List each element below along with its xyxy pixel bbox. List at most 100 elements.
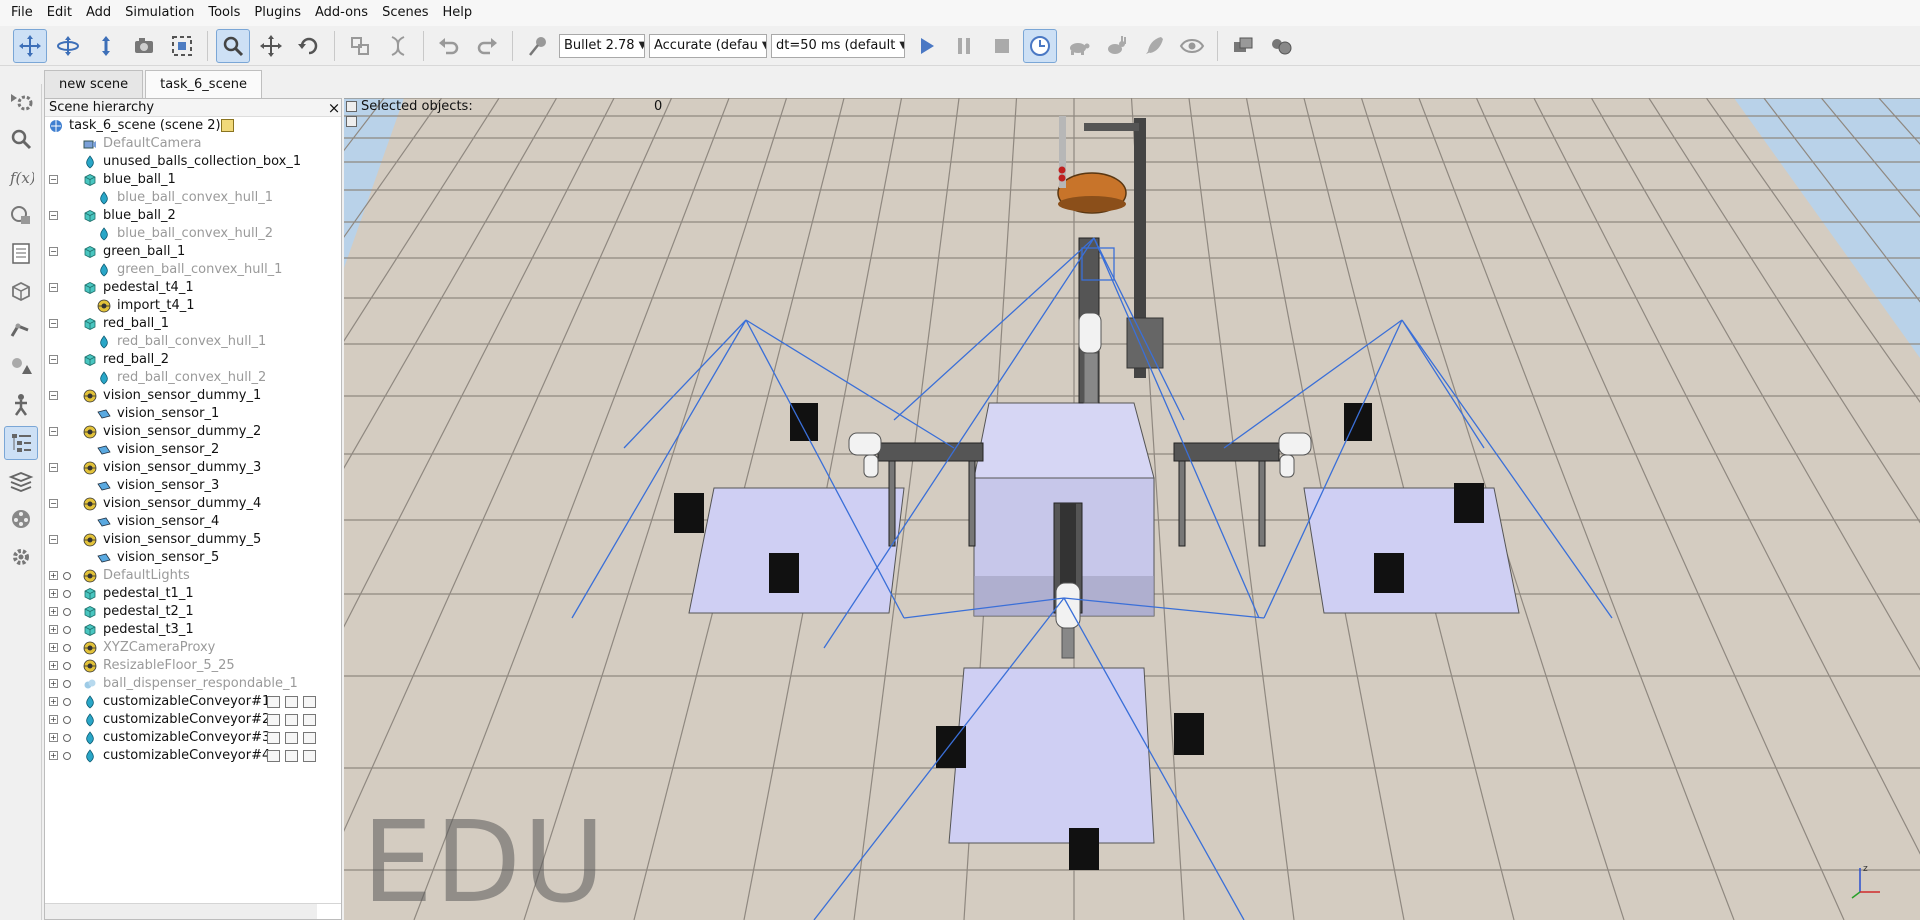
threaded-rendering-button[interactable] xyxy=(1137,29,1171,63)
menu-edit[interactable]: Edit xyxy=(40,0,79,26)
edit-scene-icon[interactable] xyxy=(221,119,234,132)
visibility-dot-icon[interactable] xyxy=(63,662,71,670)
realtime-mode-button[interactable] xyxy=(1023,28,1057,63)
redo-button[interactable] xyxy=(470,29,504,63)
hierarchy-item[interactable]: + ball_dispenser_respondable_1 xyxy=(45,675,341,693)
expand-toggle-icon[interactable]: + xyxy=(49,679,58,688)
hierarchy-item[interactable]: + customizableConveyor#1 xyxy=(45,693,341,711)
dialog-icon[interactable] xyxy=(303,732,316,744)
dialog-icon[interactable] xyxy=(303,750,316,762)
hierarchy-item[interactable]: + ResizableFloor_5_25 xyxy=(45,657,341,675)
pause-simulation-button[interactable] xyxy=(947,29,981,63)
hierarchy-item[interactable]: blue_ball_convex_hull_1 xyxy=(45,189,341,207)
hierarchy-item[interactable]: vision_sensor_3 xyxy=(45,477,341,495)
collapse-toggle-icon[interactable]: − xyxy=(49,355,58,364)
hierarchy-item[interactable]: − vision_sensor_dummy_5 xyxy=(45,531,341,549)
speed-up-button[interactable] xyxy=(1099,29,1133,63)
script-icon[interactable] xyxy=(267,714,280,726)
visibility-dot-icon[interactable] xyxy=(63,590,71,598)
visibility-dot-icon[interactable] xyxy=(63,644,71,652)
camera-pan-button[interactable] xyxy=(13,28,47,63)
hierarchy-item[interactable]: vision_sensor_1 xyxy=(45,405,341,423)
fit-to-view-button[interactable] xyxy=(165,29,199,63)
collapse-toggle-icon[interactable]: − xyxy=(49,391,58,400)
click-select-button[interactable] xyxy=(216,28,250,63)
hierarchy-item[interactable]: + DefaultLights xyxy=(45,567,341,585)
scene-hierarchy-button[interactable] xyxy=(3,426,38,460)
collapse-toggle-icon[interactable]: − xyxy=(49,283,58,292)
collapse-toggle-icon[interactable]: − xyxy=(49,499,58,508)
hierarchy-item[interactable]: − red_ball_1 xyxy=(45,315,341,333)
collapse-toggle-icon[interactable]: − xyxy=(49,427,58,436)
timestep-select[interactable]: dt=50 ms (default ▼ xyxy=(771,33,905,58)
menu-tools[interactable]: Tools xyxy=(201,0,247,26)
layers-button[interactable] xyxy=(4,464,38,498)
object-shift-button[interactable] xyxy=(254,29,288,63)
collapse-toggle-icon[interactable]: − xyxy=(49,211,58,220)
script-icon[interactable] xyxy=(267,750,280,762)
start-simulation-button[interactable] xyxy=(909,29,943,63)
customization-script-icon[interactable] xyxy=(285,696,298,708)
visibility-dot-icon[interactable] xyxy=(63,752,71,760)
shapes-edit-button[interactable] xyxy=(4,350,38,384)
hierarchy-item[interactable]: + customizableConveyor#4 xyxy=(45,747,341,765)
collapse-toggle-icon[interactable]: − xyxy=(49,319,58,328)
scene-selector-button[interactable] xyxy=(1264,29,1298,63)
hierarchy-item[interactable]: − blue_ball_2 xyxy=(45,207,341,225)
script-icon[interactable] xyxy=(267,696,280,708)
assemble-button[interactable] xyxy=(343,29,377,63)
expand-toggle-icon[interactable]: + xyxy=(49,643,58,652)
dialog-icon[interactable] xyxy=(303,714,316,726)
calculation-modules-button[interactable] xyxy=(4,236,38,270)
hierarchy-item[interactable]: red_ball_convex_hull_2 xyxy=(45,369,341,387)
collapse-toggle-icon[interactable]: − xyxy=(49,463,58,472)
menu-file[interactable]: File xyxy=(4,0,40,26)
customization-script-icon[interactable] xyxy=(285,750,298,762)
collections-button[interactable] xyxy=(4,274,38,308)
visualization-toggle-button[interactable] xyxy=(1175,29,1209,63)
hierarchy-item[interactable]: − vision_sensor_dummy_2 xyxy=(45,423,341,441)
horizontal-scrollbar[interactable] xyxy=(45,903,341,919)
hierarchy-item[interactable]: − vision_sensor_dummy_4 xyxy=(45,495,341,513)
camera-shift-button[interactable] xyxy=(89,29,123,63)
scripts-button[interactable]: f(x) xyxy=(4,160,38,194)
simulation-settings-button[interactable] xyxy=(4,84,38,118)
hierarchy-item[interactable]: + customizableConveyor#3 xyxy=(45,729,341,747)
hierarchy-item[interactable]: green_ball_convex_hull_1 xyxy=(45,261,341,279)
menu-simulation[interactable]: Simulation xyxy=(118,0,201,26)
human-models-button[interactable] xyxy=(4,388,38,422)
path-planning-button[interactable] xyxy=(4,312,38,346)
hierarchy-item[interactable]: vision_sensor_5 xyxy=(45,549,341,567)
expand-toggle-icon[interactable]: + xyxy=(49,607,58,616)
expand-toggle-icon[interactable]: + xyxy=(49,715,58,724)
hierarchy-item[interactable]: + pedestal_t3_1 xyxy=(45,621,341,639)
hierarchy-item[interactable]: − green_ball_1 xyxy=(45,243,341,261)
expand-toggle-icon[interactable]: + xyxy=(49,571,58,580)
transfer-dna-button[interactable] xyxy=(381,29,415,63)
hierarchy-item[interactable]: − red_ball_2 xyxy=(45,351,341,369)
engine-accuracy-select[interactable]: Accurate (defau ▼ xyxy=(649,33,767,58)
menu-scenes[interactable]: Scenes xyxy=(375,0,435,26)
close-icon[interactable]: × xyxy=(327,100,341,115)
menu-add[interactable]: Add xyxy=(79,0,118,26)
dynamics-toggle-button[interactable] xyxy=(521,29,555,63)
expand-toggle-icon[interactable]: + xyxy=(49,589,58,598)
expand-toggle-icon[interactable]: + xyxy=(49,697,58,706)
dialog-icon[interactable] xyxy=(303,696,316,708)
collapse-toggle-icon[interactable]: − xyxy=(49,535,58,544)
camera-rotate-button[interactable] xyxy=(51,29,85,63)
visibility-dot-icon[interactable] xyxy=(63,698,71,706)
expand-toggle-icon[interactable]: + xyxy=(49,733,58,742)
hierarchy-item[interactable]: + pedestal_t2_1 xyxy=(45,603,341,621)
object-properties-button[interactable] xyxy=(4,198,38,232)
script-icon[interactable] xyxy=(267,732,280,744)
page-selector-button[interactable] xyxy=(1226,29,1260,63)
visibility-dot-icon[interactable] xyxy=(63,734,71,742)
hierarchy-item[interactable]: + customizableConveyor#2 xyxy=(45,711,341,729)
info-toggle-icon[interactable] xyxy=(346,100,357,112)
physics-engine-select[interactable]: Bullet 2.78 ▼ xyxy=(559,33,645,58)
visibility-dot-icon[interactable] xyxy=(63,608,71,616)
collapse-toggle-icon[interactable]: − xyxy=(49,175,58,184)
visibility-dot-icon[interactable] xyxy=(63,572,71,580)
hierarchy-item[interactable]: task_6_scene (scene 2) xyxy=(45,117,341,135)
